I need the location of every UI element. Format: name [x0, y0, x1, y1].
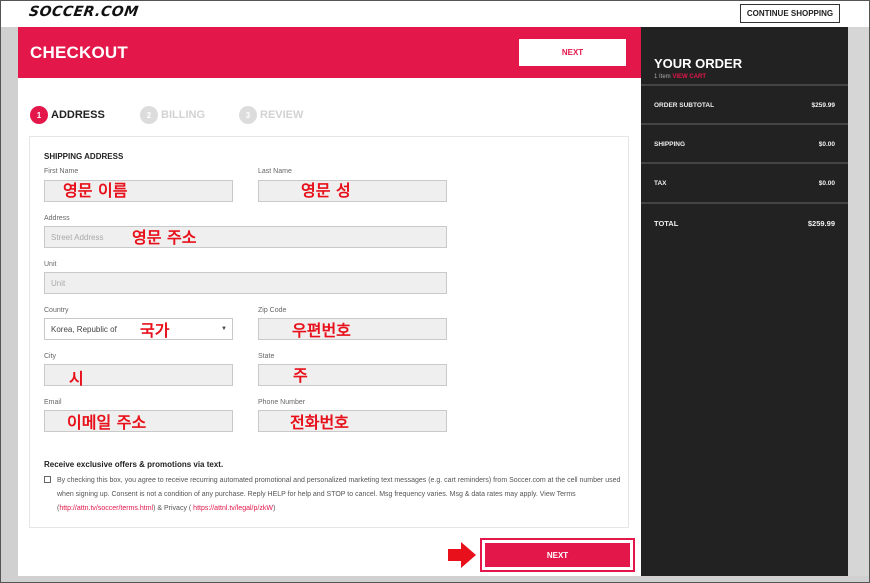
step-review[interactable]: 3 REVIEW	[239, 106, 303, 124]
summary-value: $0.00	[818, 180, 835, 187]
summary-key: TAX	[654, 180, 667, 187]
address-annotation: 영문 주소	[132, 228, 197, 247]
city-annotation: 시	[69, 369, 84, 388]
step-label: REVIEW	[260, 109, 304, 121]
address-label: Address	[44, 215, 70, 222]
email-label: Email	[44, 399, 62, 406]
items-count: 1 Item	[654, 74, 671, 80]
view-cart-link[interactable]: VIEW CART	[672, 74, 706, 80]
country-value: Korea, Republic of	[51, 324, 117, 334]
summary-row-tax: TAX $0.00	[641, 162, 848, 200]
order-summary-title: YOUR ORDER	[654, 56, 743, 71]
browser-frame: SOCCER.COM CONTINUE SHOPPING CHECKOUT NE…	[0, 0, 870, 583]
step-label: ADDRESS	[51, 109, 105, 121]
summary-value: $259.99	[811, 102, 836, 109]
city-label: City	[44, 353, 57, 360]
sms-consent-text: By checking this box, you agree to recei…	[57, 474, 622, 516]
country-annotation: 국가	[140, 321, 170, 340]
page-title: CHECKOUT	[30, 43, 128, 62]
phone-annotation: 전화번호	[290, 413, 349, 432]
privacy-link[interactable]: https://attnl.tv/legal/p/zkW	[193, 505, 273, 512]
order-summary-sidebar: YOUR ORDER 1 Item VIEW CART ORDER SUBTOT…	[641, 27, 848, 576]
shipping-address-form: SHIPPING ADDRESS First Name 영문 이름 Last N…	[29, 136, 629, 528]
sms-consent-checkbox[interactable]	[44, 476, 51, 483]
last-name-label: Last Name	[258, 168, 292, 175]
summary-value: $259.99	[807, 219, 835, 228]
step-number: 1	[30, 106, 48, 124]
step-label: BILLING	[161, 109, 205, 121]
next-button-top[interactable]: NEXT	[519, 39, 626, 66]
country-select[interactable]: Korea, Republic of ▼	[44, 318, 233, 340]
summary-key: TOTAL	[654, 219, 679, 228]
section-title: SHIPPING ADDRESS	[44, 152, 124, 161]
first-name-annotation: 영문 이름	[63, 181, 128, 200]
zip-label: Zip Code	[258, 307, 287, 314]
consent-text-part: ) & Privacy (	[153, 505, 194, 512]
step-billing[interactable]: 2 BILLING	[140, 106, 205, 124]
state-annotation: 주	[293, 366, 308, 385]
last-name-annotation: 영문 성	[301, 181, 351, 200]
zip-annotation: 우편번호	[292, 321, 351, 340]
step-number: 3	[239, 106, 257, 124]
unit-field[interactable]: Unit	[44, 272, 447, 294]
next-button-bottom[interactable]: NEXT	[485, 543, 630, 567]
next-button-highlight: NEXT	[480, 538, 635, 572]
red-arrow-icon	[448, 542, 476, 568]
continue-shopping-button[interactable]: CONTINUE SHOPPING	[740, 4, 840, 23]
last-name-field[interactable]	[258, 180, 447, 202]
phone-field[interactable]	[258, 410, 447, 432]
phone-label: Phone Number	[258, 399, 306, 406]
step-address[interactable]: 1 ADDRESS	[30, 106, 105, 124]
state-field[interactable]	[258, 364, 447, 386]
email-annotation: 이메일 주소	[67, 413, 147, 432]
order-items-line: 1 Item VIEW CART	[654, 74, 706, 80]
checkout-main: CHECKOUT NEXT 1 ADDRESS 2 BILLING 3 REVI…	[18, 27, 641, 576]
page-margin	[848, 27, 869, 576]
terms-link[interactable]: http://attn.tv/soccer/terms.html	[59, 505, 153, 512]
summary-row-subtotal: ORDER SUBTOTAL $259.99	[641, 84, 848, 122]
dropdown-caret-icon: ▼	[221, 326, 227, 332]
summary-row-total: TOTAL $259.99	[641, 202, 848, 240]
soccer-com-logo[interactable]: SOCCER.COM	[28, 4, 140, 20]
unit-label: Unit	[44, 261, 57, 268]
summary-value: $0.00	[818, 141, 835, 148]
zip-field[interactable]	[258, 318, 447, 340]
promo-title: Receive exclusive offers & promotions vi…	[44, 460, 224, 469]
summary-row-shipping: SHIPPING $0.00	[641, 123, 848, 161]
consent-text-part: )	[272, 505, 276, 512]
step-number: 2	[140, 106, 158, 124]
top-bar: SOCCER.COM CONTINUE SHOPPING	[1, 1, 869, 27]
summary-key: ORDER SUBTOTAL	[654, 102, 715, 109]
country-label: Country	[44, 307, 69, 314]
first-name-label: First Name	[44, 168, 79, 175]
checkout-steps: 1 ADDRESS 2 BILLING 3 REVIEW	[30, 106, 430, 124]
summary-key: SHIPPING	[654, 141, 686, 148]
address-field[interactable]: Street Address	[44, 226, 447, 248]
checkout-header: CHECKOUT NEXT	[18, 27, 641, 78]
state-label: State	[258, 353, 275, 360]
